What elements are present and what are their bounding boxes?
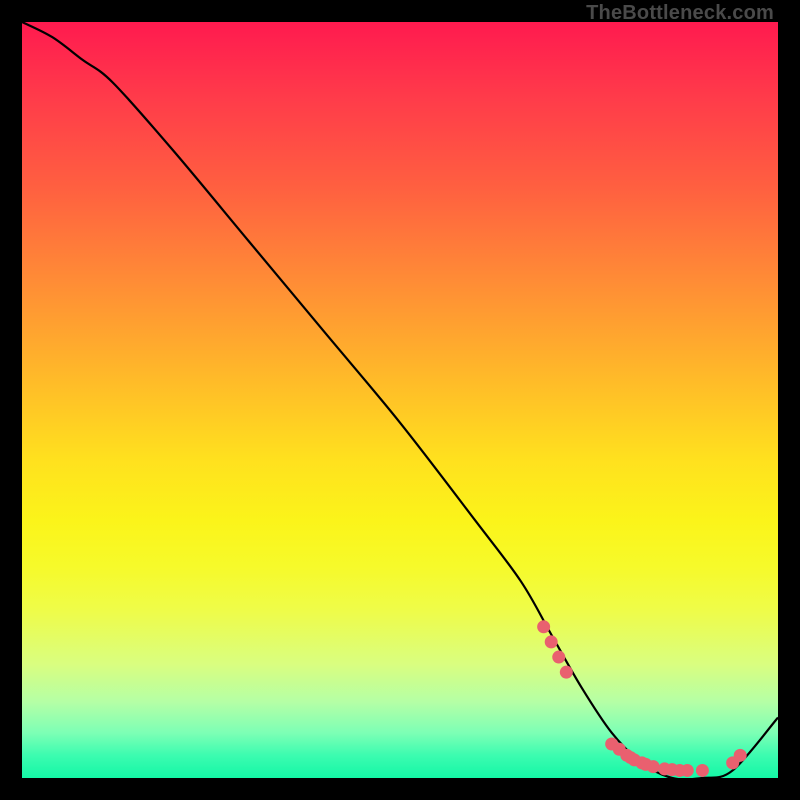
chart-frame [22,22,778,778]
plot-gradient-background [22,22,778,778]
